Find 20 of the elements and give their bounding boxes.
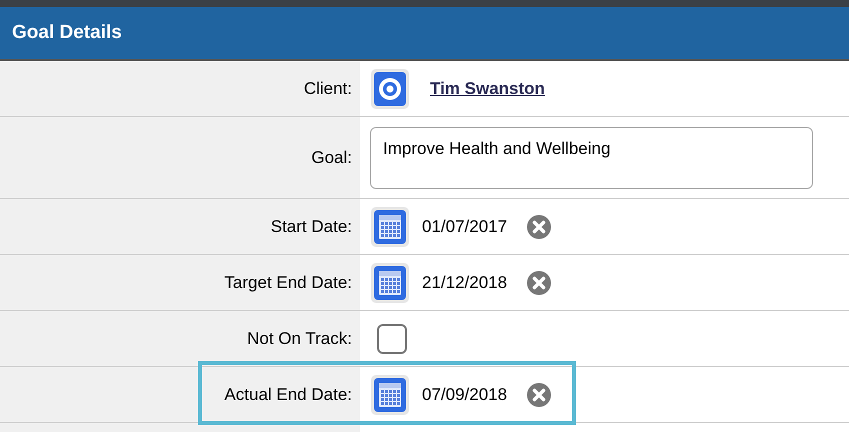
checkbox[interactable] xyxy=(377,324,407,354)
clear-icon[interactable] xyxy=(527,214,552,238)
field-label: Start Date: xyxy=(270,216,352,238)
client-link[interactable]: Tim Swanston xyxy=(430,76,545,102)
field-label: Target End Date: xyxy=(224,272,352,294)
field-label: Actual End Date: xyxy=(224,384,352,406)
goal-field[interactable]: Improve Health and Wellbeing xyxy=(370,126,813,188)
clear-icon[interactable] xyxy=(527,270,552,294)
date-value: 07/09/2018 xyxy=(422,384,508,406)
calendar-icon[interactable] xyxy=(370,206,410,248)
field-label: Goal: xyxy=(311,146,352,169)
calendar-icon[interactable] xyxy=(370,262,410,304)
clear-icon[interactable] xyxy=(527,382,552,406)
target-icon xyxy=(370,68,410,110)
panel-title: Goal Details xyxy=(12,20,122,45)
field-label: Not On Track: xyxy=(247,328,352,350)
date-value: 21/12/2018 xyxy=(422,272,508,294)
calendar-icon[interactable] xyxy=(370,374,410,416)
field-label: Client: xyxy=(304,78,352,100)
date-value: 01/07/2017 xyxy=(422,216,508,238)
